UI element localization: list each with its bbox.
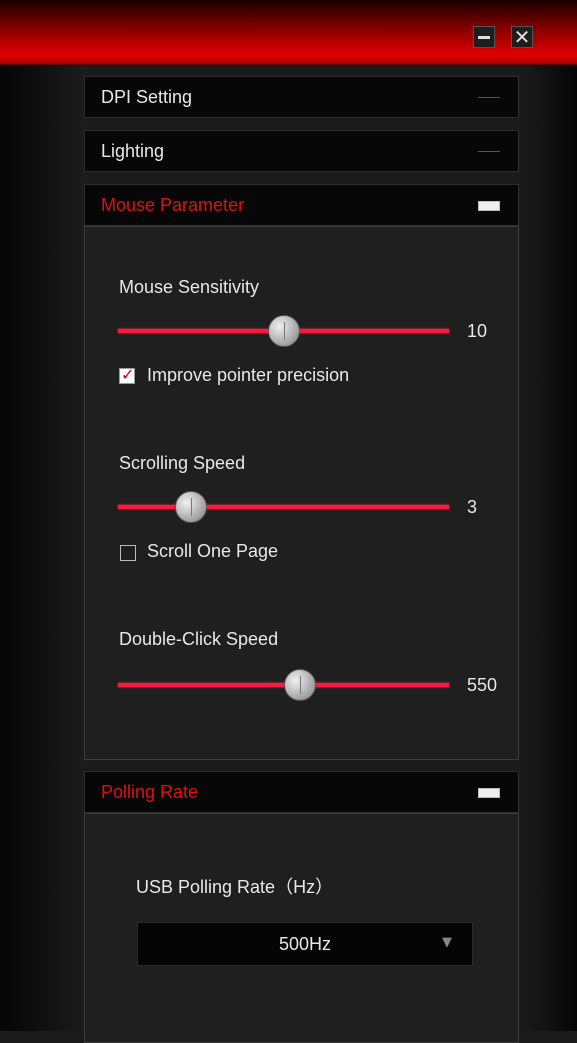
scrolling-speed-slider[interactable]: [118, 491, 449, 523]
section-dpi-title: DPI Setting: [101, 87, 193, 107]
slider-thumb[interactable]: [284, 669, 316, 701]
section-mouse-parameter[interactable]: Mouse Parameter: [84, 184, 519, 226]
pointer-precision-label: Improve pointer precision: [147, 365, 350, 385]
close-icon: ✕: [513, 25, 531, 49]
scroll-one-page-checkbox[interactable]: [120, 545, 136, 561]
slider-thumb[interactable]: [175, 491, 207, 523]
left-backdrop: [0, 0, 84, 1031]
section-dpi-setting[interactable]: DPI Setting: [84, 76, 519, 118]
pointer-precision-checkbox[interactable]: [119, 365, 135, 384]
right-backdrop: [519, 0, 577, 1031]
dropdown-arrow-icon[interactable]: ▼: [442, 935, 452, 950]
scrolling-speed-value: 3: [467, 497, 478, 517]
section-polling-rate-title: Polling Rate: [101, 782, 199, 802]
mouse-sensitivity-label: Mouse Sensitivity: [119, 277, 260, 297]
usb-polling-rate-label: USB Polling Rate（Hz）: [136, 877, 334, 897]
section-polling-rate[interactable]: Polling Rate: [84, 771, 519, 813]
section-lighting-title: Lighting: [101, 141, 165, 161]
double-click-speed-slider[interactable]: [118, 669, 449, 701]
slider-track[interactable]: [118, 505, 449, 509]
scrolling-speed-label: Scrolling Speed: [119, 453, 246, 473]
title-bar: ✕: [0, 0, 577, 65]
mouse-sensitivity-slider[interactable]: [118, 315, 449, 347]
section-mouse-parameter-title: Mouse Parameter: [101, 195, 245, 215]
collapse-minus-icon[interactable]: [478, 788, 500, 798]
double-click-speed-label: Double-Click Speed: [119, 629, 279, 649]
double-click-speed-value: 550: [467, 675, 498, 695]
mouse-sensitivity-value: 10: [467, 321, 488, 341]
collapse-minus-icon[interactable]: [478, 201, 500, 211]
scroll-one-page-label: Scroll One Page: [147, 541, 279, 561]
polling-rate-select[interactable]: 500Hz ▼: [137, 922, 473, 966]
close-button[interactable]: ✕: [511, 26, 533, 48]
collapse-dash-icon: [478, 97, 500, 98]
collapse-dash-icon: [478, 151, 500, 152]
slider-thumb[interactable]: [268, 315, 300, 347]
section-lighting[interactable]: Lighting: [84, 130, 519, 172]
polling-rate-selected-value: 500Hz: [278, 934, 332, 954]
minimize-button[interactable]: [473, 26, 495, 48]
